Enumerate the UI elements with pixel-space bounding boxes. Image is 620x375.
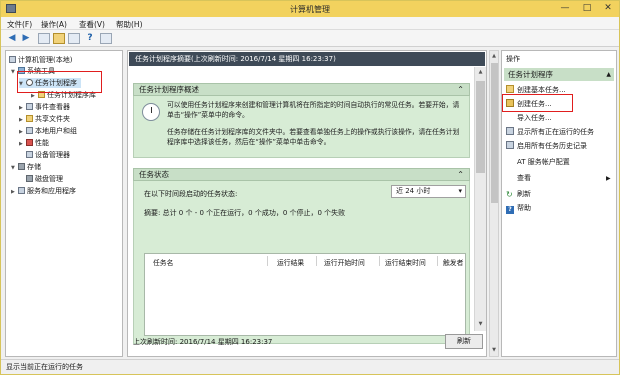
collapse-arrow-icon[interactable]: ▼ — [11, 163, 18, 173]
expand-arrow-icon[interactable]: ▶ — [19, 115, 26, 125]
pane-scrollbar[interactable]: ▲ ▼ — [489, 50, 499, 357]
center-scrollbar[interactable]: ▲ ▼ — [474, 67, 486, 331]
help-icon: ? — [506, 206, 514, 214]
folder-icon — [26, 115, 33, 122]
history-icon — [506, 141, 514, 149]
tree-item-disk-management[interactable]: 磁盘管理 — [26, 174, 63, 184]
show-hide-tree-icon[interactable] — [53, 33, 65, 44]
device-icon — [26, 151, 33, 158]
chevron-up-icon[interactable]: ▲ — [606, 68, 611, 81]
tree-item-shared-folders[interactable]: ▶ 共享文件夹 — [19, 114, 70, 124]
create-basic-task-icon — [506, 85, 514, 93]
console-tree-icon[interactable] — [100, 33, 112, 44]
column-run-end-time[interactable]: 运行结束时间 — [385, 257, 426, 267]
column-run-result[interactable]: 运行结果 — [277, 257, 304, 267]
last-refresh-text: 上次刷新时间: 2016/7/14 星期四 16:23:37 — [133, 338, 273, 346]
column-task-name[interactable]: 任务名 — [153, 257, 173, 267]
window-title: 计算机管理 — [290, 5, 330, 14]
expand-arrow-icon[interactable]: ▶ — [19, 139, 26, 149]
refresh-button[interactable]: 刷新 — [445, 334, 483, 349]
menu-help[interactable]: 帮助(H) — [116, 19, 143, 30]
running-tasks-icon — [506, 127, 514, 135]
scroll-down-icon[interactable]: ▼ — [490, 347, 498, 353]
event-viewer-icon — [26, 103, 33, 110]
performance-icon — [26, 139, 33, 146]
tree-item-local-users-groups[interactable]: ▶ 本地用户和组 — [19, 126, 77, 136]
status-bar: 显示当前正在运行的任务 — [1, 359, 619, 374]
scroll-up-icon[interactable]: ▲ — [490, 53, 498, 59]
action-view[interactable]: 查看 ▶ — [517, 173, 620, 184]
users-icon — [26, 127, 33, 134]
maximize-button[interactable]: □ — [579, 3, 595, 13]
action-help[interactable]: ? 帮助 — [506, 203, 531, 214]
tree-item-storage[interactable]: ▼ 存储 — [11, 162, 41, 172]
time-range-select[interactable]: 近 24 小时 ▾ — [391, 185, 466, 198]
overview-section: 可以使用任务计划程序来创建和管理计算机将在所指定的时间自动执行的常见任务。若要开… — [133, 96, 470, 158]
expand-arrow-icon[interactable]: ▶ — [11, 187, 18, 197]
overview-text-2: 任务存储在任务计划程序库的文件夹中。若要查看单独任务上的操作或执行该操作，请在任… — [167, 128, 460, 146]
computer-icon — [9, 56, 16, 63]
refresh-icon: ↻ — [506, 190, 513, 199]
annotation-highlight-tree — [17, 71, 102, 93]
action-refresh[interactable]: ↻ 刷新 — [506, 189, 531, 200]
storage-icon — [18, 163, 25, 170]
status-section-header[interactable]: 任务状态 ⌃ — [133, 168, 470, 181]
menu-file[interactable]: 文件(F) — [7, 19, 32, 30]
title-bar[interactable]: 计算机管理 — □ ✕ — [1, 1, 619, 17]
task-status-table[interactable]: 任务名 运行结果 运行开始时间 运行结束时间 触发者 — [144, 253, 466, 336]
tree-item-services-apps[interactable]: ▶ 服务和应用程序 — [11, 186, 76, 196]
actions-title: 操作 — [506, 55, 520, 63]
disk-icon — [26, 175, 33, 182]
overview-text-1: 可以使用任务计划程序来创建和管理计算机将在所指定的时间自动执行的常见任务。若要开… — [167, 101, 460, 119]
menu-bar: 文件(F) 操作(A) 查看(V) 帮助(H) — [1, 17, 619, 30]
scroll-down-icon[interactable]: ▼ — [475, 321, 486, 327]
submenu-arrow-icon: ▶ — [606, 175, 611, 182]
column-divider — [267, 256, 268, 266]
forward-icon[interactable]: ▶ — [20, 33, 32, 44]
scroll-up-icon[interactable]: ▲ — [475, 69, 486, 75]
tree-item-performance[interactable]: ▶ 性能 — [19, 138, 49, 148]
scrollbar-thumb[interactable] — [476, 81, 485, 173]
expand-arrow-icon[interactable]: ▶ — [19, 103, 26, 113]
action-enable-history[interactable]: 启用所有任务历史记录 — [506, 141, 587, 152]
tree-item-computer-management[interactable]: 计算机管理(本地) — [9, 55, 72, 65]
properties-icon[interactable] — [68, 33, 80, 44]
scrollbar-thumb[interactable] — [491, 63, 498, 203]
status-range-label: 在以下时间段启动的任务状态: — [144, 190, 238, 198]
expand-arrow-icon[interactable]: ▶ — [19, 127, 26, 137]
menu-view[interactable]: 查看(V) — [79, 19, 105, 30]
console-tree: 计算机管理(本地) ▼ 系统工具 ▼ 任务计划程序 ▶ 任务计划程序库 ▶ 事件查看器 … — [5, 50, 123, 357]
status-section: 在以下时间段启动的任务状态: 近 24 小时 ▾ 摘要: 总计 0 个 - 0 … — [133, 181, 470, 344]
menu-action[interactable]: 操作(A) — [41, 19, 67, 30]
minimize-button[interactable]: — — [557, 3, 573, 13]
action-show-running-tasks[interactable]: 显示所有正在运行的任务 — [506, 127, 594, 138]
close-button[interactable]: ✕ — [600, 3, 616, 13]
chevron-down-icon: ▾ — [458, 187, 462, 195]
action-import-task[interactable]: 导入任务... — [517, 113, 552, 124]
chevron-up-icon[interactable]: ⌃ — [457, 169, 464, 180]
summary-header: 任务计划程序摘要(上次刷新时间: 2016/7/14 星期四 16:23:37) — [129, 52, 485, 66]
column-divider — [379, 256, 380, 266]
up-folder-icon[interactable] — [38, 33, 50, 44]
annotation-highlight-create-task — [502, 94, 573, 112]
services-icon — [18, 187, 25, 194]
status-summary: 摘要: 总计 0 个 - 0 个正在运行，0 个成功，0 个停止，0 个失败 — [144, 209, 346, 217]
column-divider — [437, 256, 438, 266]
tree-item-event-viewer[interactable]: ▶ 事件查看器 — [19, 102, 70, 112]
action-at-service-config[interactable]: AT 服务帐户配置 — [517, 157, 570, 168]
back-icon[interactable]: ◀ — [6, 33, 18, 44]
help-icon[interactable]: ? — [84, 33, 96, 44]
column-divider — [316, 256, 317, 266]
overview-section-header[interactable]: 任务计划程序概述 ⌃ — [133, 83, 470, 96]
actions-group-task-scheduler[interactable]: 任务计划程序 ▲ — [504, 68, 614, 81]
toolbar: ◀ ▶ ? — [1, 30, 619, 47]
column-run-start-time[interactable]: 运行开始时间 — [324, 257, 365, 267]
tree-item-device-manager[interactable]: 设备管理器 — [26, 150, 70, 160]
column-triggered-by[interactable]: 触发者 — [443, 257, 463, 267]
task-scheduler-summary: 任务计划程序摘要(上次刷新时间: 2016/7/14 星期四 16:23:37)… — [127, 50, 487, 357]
window: 计算机管理 — □ ✕ 文件(F) 操作(A) 查看(V) 帮助(H) ◀ ▶ … — [0, 0, 620, 375]
clock-icon — [142, 103, 160, 121]
chevron-up-icon[interactable]: ⌃ — [457, 84, 464, 95]
